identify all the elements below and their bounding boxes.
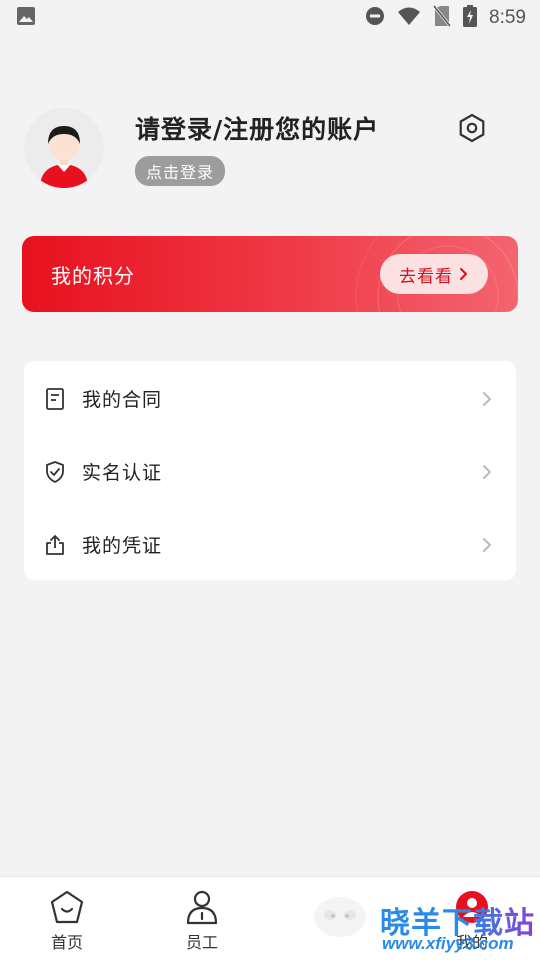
menu-item-verification[interactable]: 实名认证 [24,435,516,508]
shield-check-icon [44,460,66,483]
profile-header: 请登录/注册您的账户 点击登录 [24,108,516,192]
menu-item-label: 我的合同 [82,389,163,411]
avatar[interactable] [24,108,104,188]
watermark: 晓羊下载站 www.xfiyy3.com [380,898,540,958]
login-button[interactable]: 点击登录 [135,156,226,186]
points-banner[interactable]: 我的积分 去看看 [22,236,518,312]
image-icon [16,6,36,31]
menu-item-label: 实名认证 [82,462,163,484]
watermark-url: www.xfiyy3.com [382,934,514,953]
menu-item-vouchers[interactable]: 我的凭证 [24,508,516,581]
status-time: 8:59 [489,7,526,28]
chevron-right-icon [482,537,496,553]
menu-card: 我的合同 实名认证 我的凭证 [24,361,516,580]
points-label: 我的积分 [51,264,135,288]
nav-tab-home[interactable]: 首页 [22,887,112,957]
battery-charging-icon [463,4,478,32]
nav-tab-label: 员工 [185,933,218,952]
login-prompt-title[interactable]: 请登录/注册您的账户 [135,110,379,146]
settings-button[interactable] [456,112,488,144]
sheep-mascot-icon [310,887,370,943]
nav-tab-employee[interactable]: 员工 [157,887,247,957]
settings-hex-icon [459,113,485,143]
menu-item-contracts[interactable]: 我的合同 [24,362,516,435]
share-upload-icon [44,534,66,556]
dnd-icon [365,6,385,31]
home-icon [47,887,87,927]
nav-tab-mascot[interactable] [295,887,385,957]
chevron-right-icon [482,391,496,407]
view-points-button[interactable]: 去看看 [380,254,488,294]
nav-tab-label: 首页 [50,933,83,952]
document-icon [44,387,66,410]
wifi-icon [397,6,421,31]
status-bar: 8:59 [0,0,540,36]
employee-icon [182,887,222,927]
no-sim-icon [432,4,452,32]
avatar-person-icon [40,126,88,188]
view-points-label: 去看看 [399,266,453,287]
menu-item-label: 我的凭证 [82,535,163,557]
chevron-right-icon [460,268,467,280]
chevron-right-icon [482,464,496,480]
